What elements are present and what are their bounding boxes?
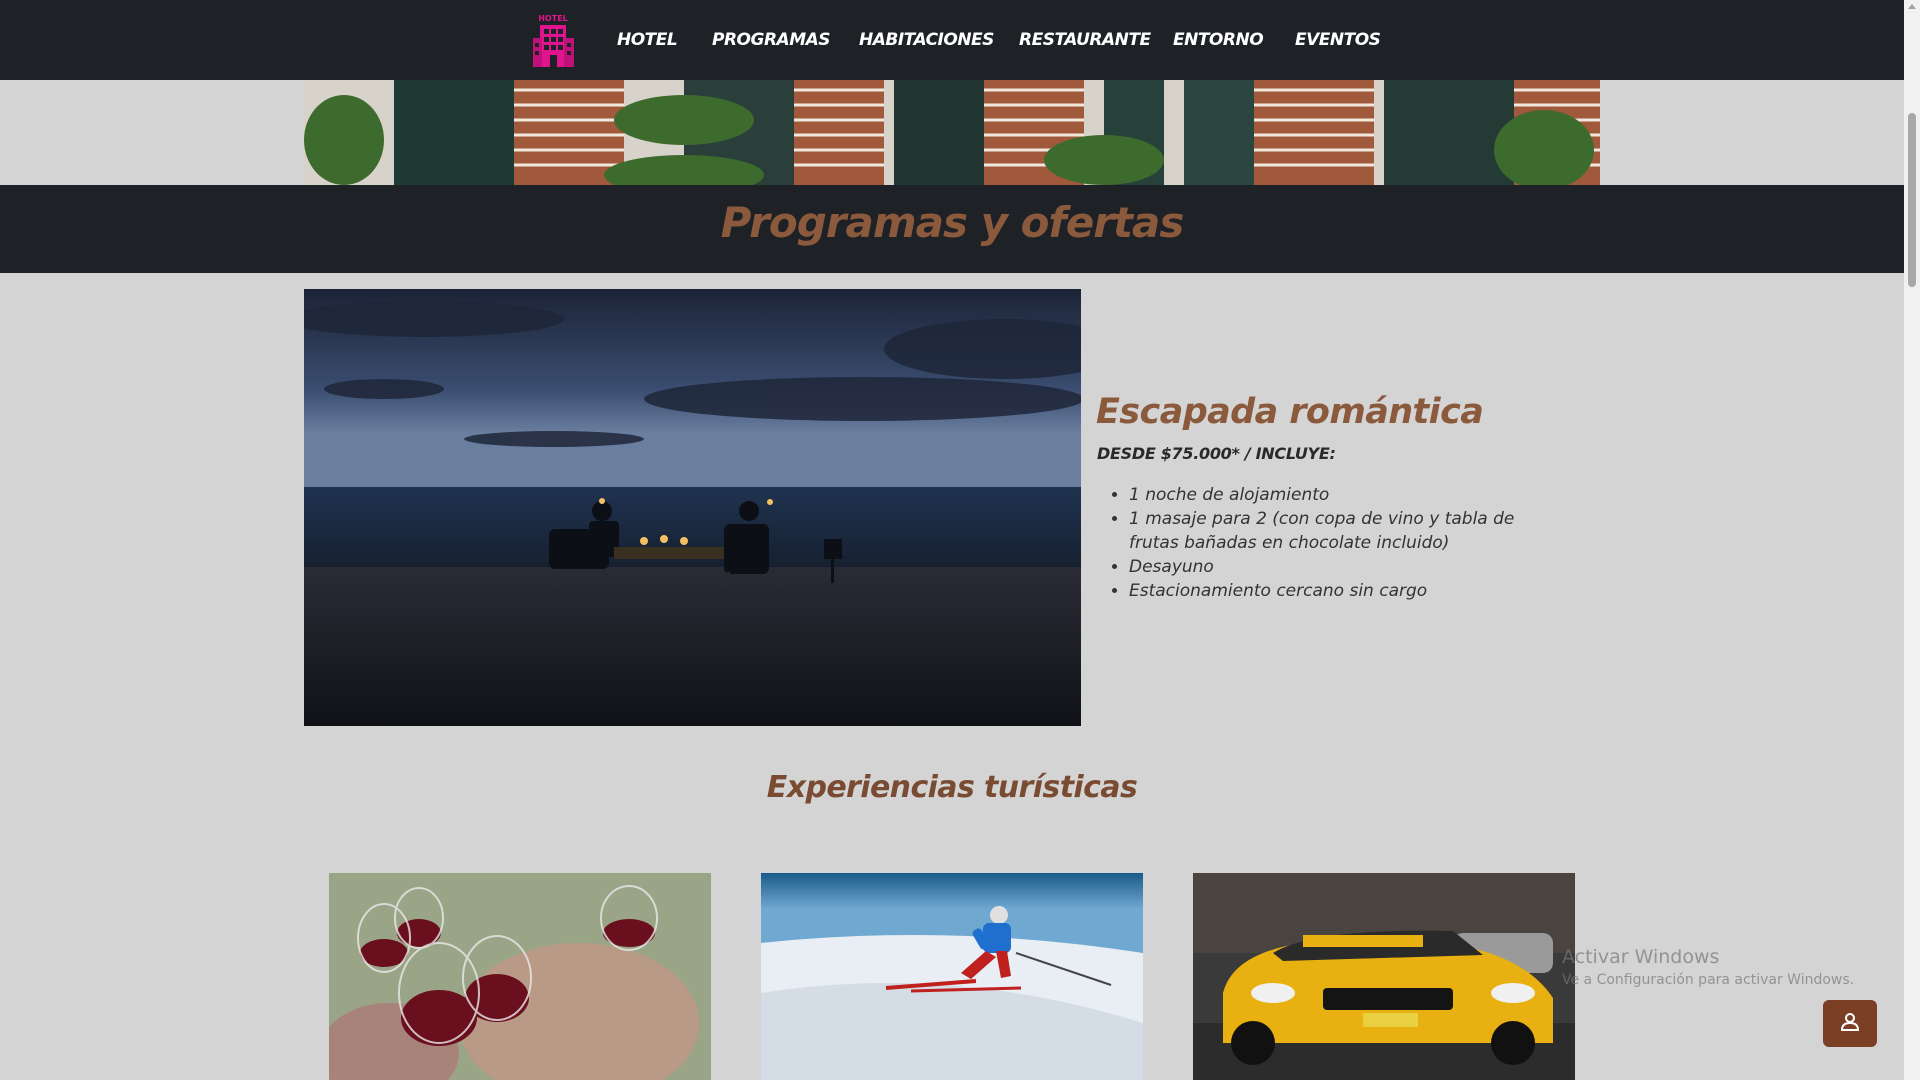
nav-item-programas[interactable]: PROGRAMAS (712, 30, 831, 50)
list-item: 1 noche de alojamiento (1129, 483, 1569, 507)
experience-card-wine[interactable] (329, 873, 711, 1080)
experience-card-ski[interactable] (761, 873, 1143, 1080)
nav-item-eventos[interactable]: EVENTOS (1295, 30, 1381, 50)
list-item: Desayuno (1129, 555, 1569, 579)
windows-activation-title: Activar Windows (1562, 946, 1720, 968)
scrollbar-thumb[interactable] (1908, 113, 1916, 287)
hotel-logo-icon[interactable]: HOTEL (531, 13, 576, 67)
offer-image (304, 289, 1081, 726)
nav-item-hotel[interactable]: HOTEL (617, 30, 678, 50)
nav-item-restaurante[interactable]: RESTAURANTE (1019, 30, 1151, 50)
experience-card-taxi[interactable] (1193, 873, 1575, 1080)
windows-activation-subtitle: Ve a Configuración para activar Windows. (1562, 972, 1855, 988)
top-navigation: HOTEL HOTEL PROGRAMAS HABITACIONES RESTA… (0, 0, 1904, 80)
offer-price: DESDE $75.000* / INCLUYE: (1097, 444, 1336, 463)
user-icon (1840, 1012, 1860, 1036)
list-item: Estacionamiento cercano sin cargo (1129, 579, 1569, 603)
user-button[interactable] (1823, 1000, 1877, 1047)
section-title: Programas y ofertas (720, 198, 1185, 247)
hero-image (304, 80, 1600, 185)
scroll-up-arrow-icon[interactable] (1908, 4, 1916, 9)
list-item: 1 masaje para 2 (con copa de vino y tabl… (1129, 507, 1569, 555)
vertical-scrollbar[interactable] (1904, 0, 1920, 1080)
nav-item-entorno[interactable]: ENTORNO (1173, 30, 1264, 50)
nav-item-habitaciones[interactable]: HABITACIONES (859, 30, 994, 50)
logo-text: HOTEL (538, 14, 568, 23)
offer-includes-list: 1 noche de alojamiento 1 masaje para 2 (… (1129, 483, 1569, 603)
offer-title: Escapada romántica (1096, 392, 1484, 432)
experiences-title: Experiencias turísticas (766, 770, 1138, 805)
